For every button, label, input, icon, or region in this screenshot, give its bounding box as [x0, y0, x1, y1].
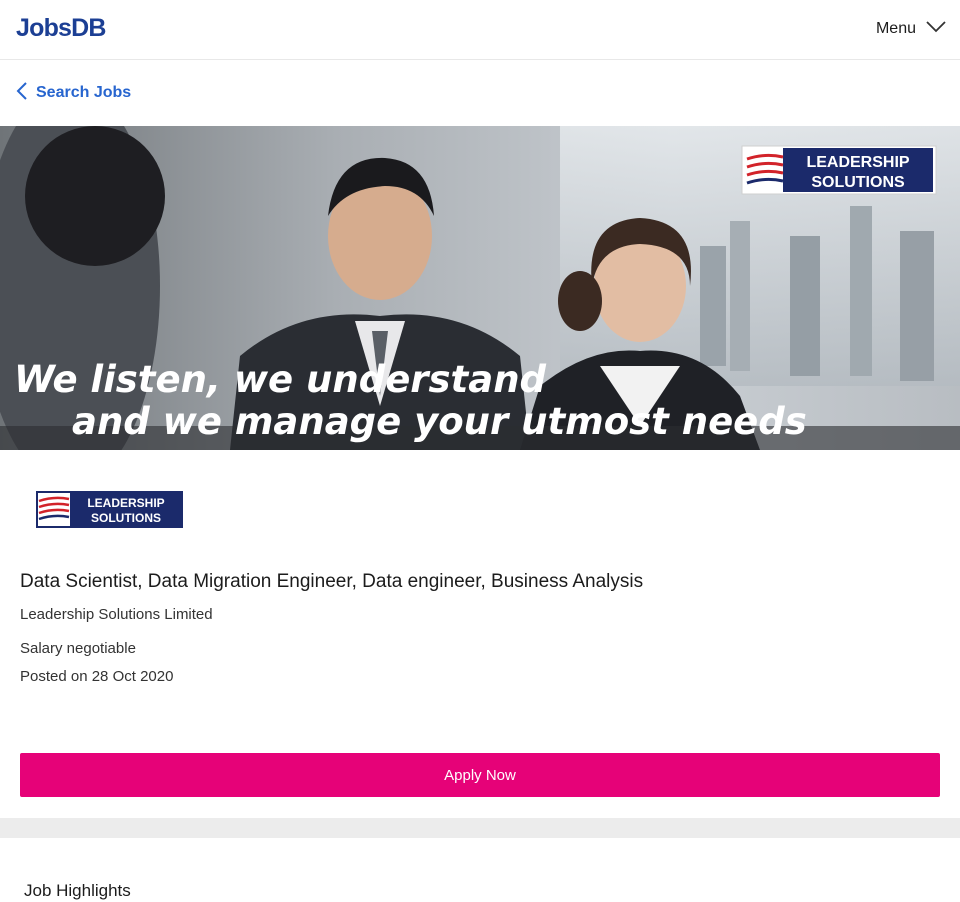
chevron-down-icon [926, 20, 946, 38]
top-header: JobsDB Menu [0, 0, 960, 60]
banner-tagline-line2: and we manage your utmost needs [72, 400, 807, 443]
job-highlights-heading: Job Highlights [24, 881, 131, 900]
chevron-left-icon [16, 81, 28, 105]
company-name[interactable]: Leadership Solutions Limited [20, 605, 213, 625]
banner-tagline-line1: We listen, we understand [14, 358, 547, 401]
back-link-label: Search Jobs [36, 84, 132, 101]
apply-now-button[interactable]: Apply Now [20, 753, 940, 797]
menu-button[interactable]: Menu [876, 18, 946, 40]
banner-company-logo: LEADERSHIP SOLUTIONS [741, 145, 937, 195]
salary-text: Salary negotiable [20, 640, 136, 657]
company-banner-image: LEADERSHIP SOLUTIONS We listen, we under… [0, 126, 960, 450]
company-logo-line2: SOLUTIONS [91, 511, 161, 525]
job-title: Data Scientist, Data Migration Engineer,… [20, 571, 644, 592]
back-to-search-link[interactable]: Search Jobs [16, 81, 131, 105]
banner-logo-line1: LEADERSHIP [806, 154, 909, 171]
section-divider [0, 818, 960, 838]
back-navigation-bar: Search Jobs [0, 61, 960, 125]
posted-date: Posted on 28 Oct 2020 [20, 668, 174, 685]
menu-label: Menu [875, 20, 916, 37]
company-logo[interactable]: LEADERSHIP SOLUTIONS [36, 491, 183, 528]
banner-logo-line2: SOLUTIONS [811, 174, 905, 191]
jobsdb-logo[interactable]: JobsDB [16, 13, 106, 43]
company-logo-line1: LEADERSHIP [87, 496, 164, 510]
